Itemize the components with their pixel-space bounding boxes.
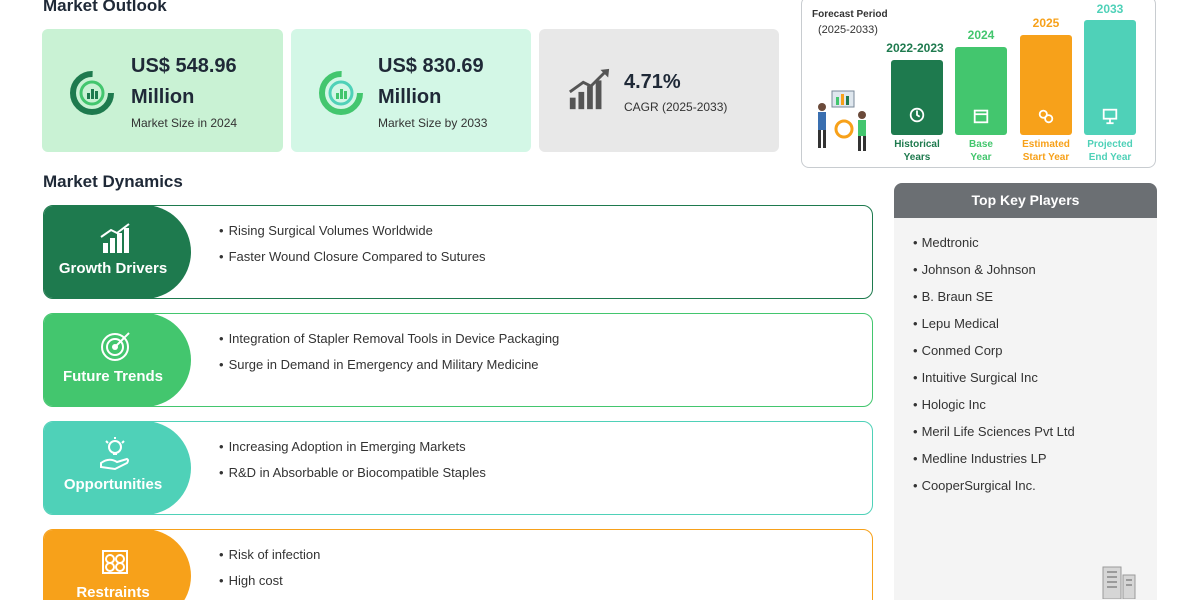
market-size-2024-unit: Million (131, 86, 195, 108)
list-item: Intuitive Surgical Inc (913, 370, 1075, 397)
list-item: Medtronic (913, 235, 1075, 262)
forecast-year-start: 2025 (1032, 16, 1060, 30)
dynamics-row-opportunities: Opportunities Increasing Adoption in Eme… (43, 421, 873, 515)
future-trends-list: Integration of Stapler Removal Tools in … (219, 330, 560, 382)
bar-growth-icon (100, 223, 130, 253)
market-size-2033-unit: Million (378, 86, 442, 108)
market-size-2033-caption: Market Size by 2033 (378, 116, 488, 130)
cagr-card: 4.71% CAGR (2025-2033) (539, 29, 779, 152)
dynamics-row-growth-drivers: Growth Drivers Rising Surgical Volumes W… (43, 205, 873, 299)
calendar-icon (973, 109, 989, 124)
list-item: Meril Life Sciences Pvt Ltd (913, 424, 1075, 451)
restraints-list: Risk of infection High cost (219, 546, 321, 598)
list-item: High cost (219, 572, 320, 598)
future-trends-tab: Future Trends (44, 314, 191, 406)
forecast-caption-base: Base Year (969, 139, 993, 163)
growth-chart-icon (568, 68, 610, 110)
forecast-bar-start (1020, 35, 1072, 135)
forecast-panel: Forecast Period (2025-2033) 2022-2023 Hi… (801, 0, 1156, 168)
buildings-icon (1102, 566, 1136, 599)
list-item: Integration of Stapler Removal Tools in … (219, 330, 560, 356)
list-item: Rising Surgical Volumes Worldwide (219, 222, 486, 248)
opportunities-tab: Opportunities (44, 422, 191, 514)
barrier-icon (102, 550, 128, 574)
forecast-title: Forecast Period (812, 9, 888, 20)
pie-chart-icon (319, 71, 363, 115)
list-item: Surge in Demand in Emergency and Militar… (219, 356, 559, 382)
list-item: Lepu Medical (913, 316, 1075, 343)
coins-icon (1038, 109, 1054, 124)
growth-drivers-list: Rising Surgical Volumes Worldwide Faster… (219, 222, 486, 274)
pie-chart-icon (70, 71, 114, 115)
market-size-2024-value: US$ 548.96 (131, 55, 237, 77)
list-item: CooperSurgical Inc. (913, 478, 1075, 505)
outlook-title: Market Outlook (43, 0, 167, 15)
history-icon (909, 107, 925, 123)
lightbulb-hand-icon (100, 437, 129, 471)
growth-drivers-tab: Growth Drivers (44, 206, 191, 298)
forecast-year-historical: 2022-2023 (886, 41, 944, 55)
list-item: Conmed Corp (913, 343, 1075, 370)
list-item: B. Braun SE (913, 289, 1075, 316)
cagr-value: 4.71% (624, 71, 681, 93)
list-item: Increasing Adoption in Emerging Markets (219, 438, 486, 464)
forecast-bar-historical (891, 60, 943, 135)
analyst-illustration (818, 90, 866, 151)
opportunities-label: Opportunities (63, 476, 163, 493)
key-players-title: Top Key Players (894, 183, 1157, 218)
forecast-caption-historical: Historical Years (894, 139, 940, 163)
forecast-subtitle: (2025-2033) (818, 24, 878, 36)
key-players-list: Medtronic Johnson & Johnson B. Braun SE … (913, 235, 1075, 505)
restraints-tab: Restraints (44, 530, 191, 600)
future-trends-label: Future Trends (62, 368, 163, 385)
dynamics-row-restraints: Restraints Risk of infection High cost (43, 529, 873, 600)
dynamics-row-future-trends: Future Trends Integration of Stapler Rem… (43, 313, 873, 407)
market-size-2024-caption: Market Size in 2024 (131, 116, 238, 130)
forecast-caption-start: Estimated Start Year (1022, 139, 1070, 163)
market-size-2024-card: US$ 548.96 Million Market Size in 2024 (42, 29, 283, 152)
growth-drivers-label: Growth Drivers (58, 260, 168, 277)
key-players-panel: Top Key Players Medtronic Johnson & John… (894, 183, 1157, 600)
list-item: Hologic Inc (913, 397, 1075, 424)
cagr-caption: CAGR (2025-2033) (624, 100, 728, 114)
forecast-caption-end: Projected End Year (1087, 139, 1133, 163)
target-icon (101, 332, 130, 361)
forecast-year-end: 2033 (1096, 2, 1124, 16)
forecast-bar-end (1084, 20, 1136, 135)
forecast-bar-base (955, 47, 1007, 135)
list-item: Medline Industries LP (913, 451, 1075, 478)
list-item: Faster Wound Closure Compared to Sutures (219, 248, 486, 274)
opportunities-list: Increasing Adoption in Emerging Markets … (219, 438, 486, 490)
restraints-label: Restraints (76, 584, 150, 600)
presentation-icon (1102, 108, 1118, 125)
list-item: R&D in Absorbable or Biocompatible Stapl… (219, 464, 486, 490)
forecast-year-base: 2024 (967, 28, 995, 42)
dynamics-title: Market Dynamics (43, 172, 183, 191)
market-size-2033-value: US$ 830.69 (378, 55, 484, 77)
list-item: Risk of infection (219, 546, 321, 572)
list-item: Johnson & Johnson (913, 262, 1075, 289)
market-size-2033-card: US$ 830.69 Million Market Size by 2033 (291, 29, 531, 152)
